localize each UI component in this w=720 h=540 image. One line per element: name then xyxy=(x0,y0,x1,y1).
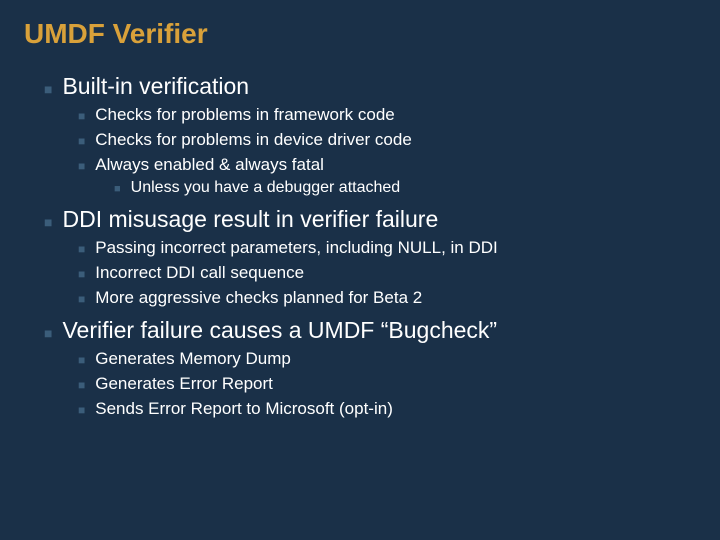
list-item: ■ DDI misusage result in verifier failur… xyxy=(44,205,696,310)
bullet-icon: ■ xyxy=(78,374,85,396)
bullet-icon: ■ xyxy=(44,209,52,235)
list-item: ■ Always enabled & always fatal ■ Unless… xyxy=(78,154,696,199)
level2-text: Incorrect DDI call sequence xyxy=(95,262,304,284)
list-item: ■ More aggressive checks planned for Bet… xyxy=(78,287,696,310)
level2-text: Always enabled & always fatal xyxy=(95,154,324,176)
list-item: ■ Generates Error Report xyxy=(78,373,696,396)
bullet-icon: ■ xyxy=(78,399,85,421)
level1-text: DDI misusage result in verifier failure xyxy=(62,205,438,233)
bullet-icon: ■ xyxy=(78,238,85,260)
list-item: ■ Unless you have a debugger attached xyxy=(114,178,696,199)
level1-text: Built-in verification xyxy=(62,72,249,100)
level2-text: Generates Error Report xyxy=(95,373,273,395)
level2-text: Checks for problems in device driver cod… xyxy=(95,129,412,151)
bullet-icon: ■ xyxy=(78,288,85,310)
level2-text: Generates Memory Dump xyxy=(95,348,291,370)
bullet-icon: ■ xyxy=(78,105,85,127)
list-item: ■ Verifier failure causes a UMDF “Bugche… xyxy=(44,316,696,421)
list-item: ■ Built-in verification ■ Checks for pro… xyxy=(44,72,696,199)
bullet-icon: ■ xyxy=(78,349,85,371)
level2-text: More aggressive checks planned for Beta … xyxy=(95,287,422,309)
bullet-icon: ■ xyxy=(78,155,85,177)
list-item: ■ Incorrect DDI call sequence xyxy=(78,262,696,285)
bullet-icon: ■ xyxy=(44,320,52,346)
level2-text: Checks for problems in framework code xyxy=(95,104,395,126)
bullet-icon: ■ xyxy=(44,76,52,102)
list-item: ■ Sends Error Report to Microsoft (opt-i… xyxy=(78,398,696,421)
level1-text: Verifier failure causes a UMDF “Bugcheck… xyxy=(62,316,497,344)
list-item: ■ Checks for problems in framework code xyxy=(78,104,696,127)
bullet-icon: ■ xyxy=(114,179,121,199)
bullet-icon: ■ xyxy=(78,263,85,285)
list-item: ■ Generates Memory Dump xyxy=(78,348,696,371)
level3-text: Unless you have a debugger attached xyxy=(131,178,401,198)
level2-text: Sends Error Report to Microsoft (opt-in) xyxy=(95,398,393,420)
list-item: ■ Passing incorrect parameters, includin… xyxy=(78,237,696,260)
list-item: ■ Checks for problems in device driver c… xyxy=(78,129,696,152)
level2-text: Passing incorrect parameters, including … xyxy=(95,237,498,259)
slide-title: UMDF Verifier xyxy=(24,18,696,50)
bullet-icon: ■ xyxy=(78,130,85,152)
